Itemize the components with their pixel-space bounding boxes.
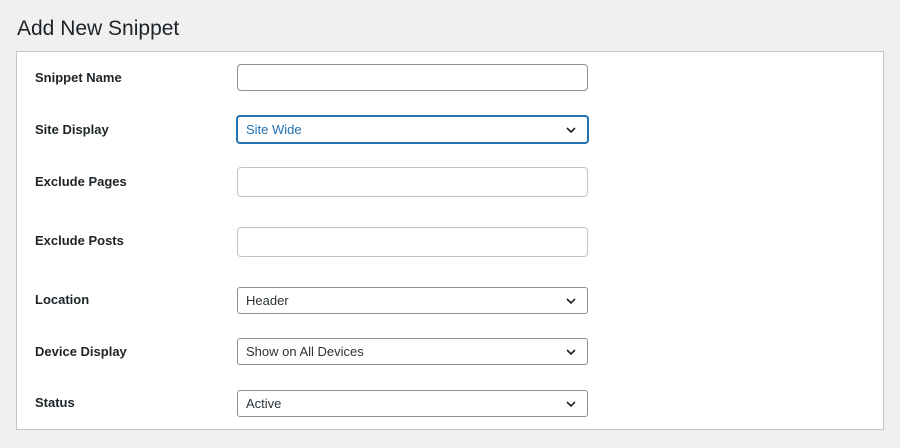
site-display-row: Site Display Site Wide — [17, 116, 883, 146]
snippet-name-input[interactable] — [237, 64, 588, 91]
exclude-posts-row: Exclude Posts — [17, 227, 883, 257]
status-label: Status — [35, 395, 75, 410]
site-display-value: Site Wide — [246, 122, 302, 137]
site-display-select[interactable]: Site Wide — [237, 116, 588, 143]
device-display-row: Device Display Show on All Devices — [17, 338, 883, 368]
exclude-posts-input[interactable] — [237, 227, 588, 257]
location-label: Location — [35, 292, 90, 307]
chevron-down-icon — [566, 349, 576, 356]
snippet-name-row: Snippet Name — [17, 64, 883, 94]
snippet-form-panel: Snippet Name Site Display Site Wide Excl… — [16, 51, 884, 430]
exclude-posts-label: Exclude Posts — [35, 233, 124, 248]
device-display-label: Device Display — [35, 344, 127, 359]
chevron-down-icon — [566, 401, 576, 408]
status-select[interactable]: Active — [237, 390, 588, 417]
device-display-select[interactable]: Show on All Devices — [237, 338, 588, 365]
device-display-value: Show on All Devices — [246, 344, 364, 359]
exclude-pages-input[interactable] — [237, 167, 588, 197]
chevron-down-icon — [566, 298, 576, 305]
status-value: Active — [246, 396, 282, 411]
location-select[interactable]: Header — [237, 287, 588, 314]
chevron-down-icon — [566, 127, 576, 134]
add-snippet-page: Add New Snippet Snippet Name Site Displa… — [0, 0, 900, 448]
status-row: Status Active — [17, 390, 883, 420]
site-display-label: Site Display — [35, 122, 109, 137]
exclude-pages-row: Exclude Pages — [17, 167, 883, 197]
location-value: Header — [246, 293, 289, 308]
location-row: Location Header — [17, 287, 883, 317]
exclude-pages-label: Exclude Pages — [35, 174, 127, 189]
snippet-name-label: Snippet Name — [35, 70, 122, 85]
page-title: Add New Snippet — [17, 17, 180, 40]
